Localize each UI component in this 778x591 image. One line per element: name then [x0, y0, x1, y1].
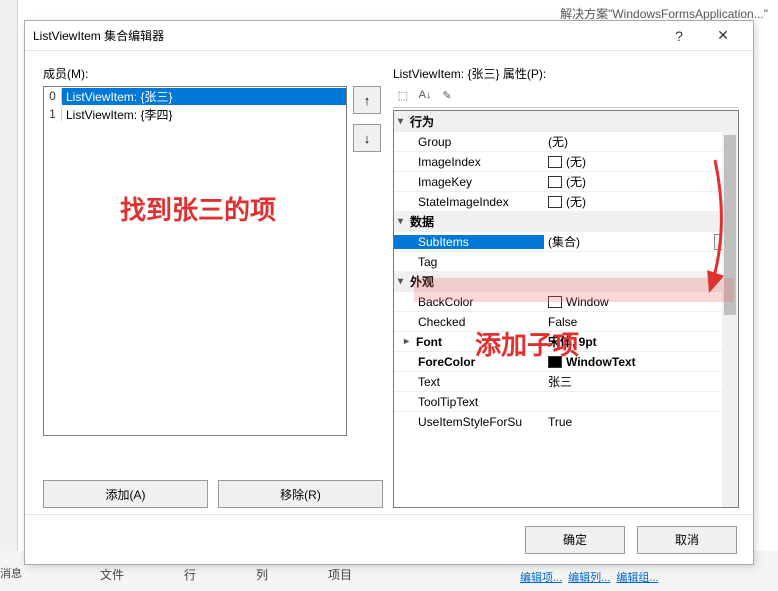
prop-text[interactable]: Text张三	[394, 371, 738, 391]
category-data[interactable]: ▾数据	[394, 211, 738, 231]
output-tab: 消息	[0, 565, 30, 583]
prop-subitems[interactable]: SubItems (集合)...	[394, 231, 738, 251]
prop-group[interactable]: Group(无)	[394, 131, 738, 151]
scrollbar[interactable]	[722, 111, 738, 507]
member-item-1[interactable]: 1 ListViewItem: {李四}	[44, 105, 346, 123]
prop-checked[interactable]: CheckedFalse	[394, 311, 738, 331]
categorized-icon[interactable]: ⬚	[393, 86, 413, 104]
move-up-button[interactable]: ↑	[353, 86, 381, 114]
move-down-button[interactable]: ↓	[353, 124, 381, 152]
close-button[interactable]: ✕	[701, 22, 745, 50]
ok-button[interactable]: 确定	[525, 526, 625, 554]
cancel-button[interactable]: 取消	[637, 526, 737, 554]
prop-forecolor[interactable]: ForeColorWindowText	[394, 351, 738, 371]
prop-backcolor[interactable]: BackColorWindow	[394, 291, 738, 311]
collection-editor-dialog: ListViewItem 集合编辑器 ? ✕ 成员(M): 0 ListView…	[24, 20, 754, 565]
titlebar: ListViewItem 集合编辑器 ? ✕	[25, 21, 753, 51]
category-appearance[interactable]: ▾外观	[394, 271, 738, 291]
prop-useitemstyle[interactable]: UseItemStyleForSuTrue	[394, 411, 738, 431]
member-item-0[interactable]: 0 ListViewItem: {张三}	[44, 87, 346, 105]
prop-tag[interactable]: Tag	[394, 251, 738, 271]
properties-label: ListViewItem: {张三} 属性(P):	[393, 65, 739, 82]
alphabetical-icon[interactable]: A↓	[415, 86, 435, 104]
property-pages-icon[interactable]: ✎	[437, 86, 457, 104]
help-button[interactable]: ?	[657, 22, 701, 50]
category-behavior[interactable]: ▾行为	[394, 111, 738, 131]
prop-stateimageindex[interactable]: StateImageIndex(无)	[394, 191, 738, 211]
members-listbox[interactable]: 0 ListViewItem: {张三} 1 ListViewItem: {李四…	[43, 86, 347, 436]
add-button[interactable]: 添加(A)	[43, 480, 208, 508]
members-label: 成员(M):	[43, 65, 383, 82]
property-grid[interactable]: ▾行为 Group(无) ImageIndex(无) ImageKey(无) S…	[393, 110, 739, 508]
smart-tag-links: 编辑项... 编辑列... 编辑组...	[520, 569, 659, 585]
remove-button[interactable]: 移除(R)	[218, 480, 383, 508]
dialog-footer: 确定 取消	[25, 514, 753, 564]
prop-tooltiptext[interactable]: ToolTipText	[394, 391, 738, 411]
prop-imageindex[interactable]: ImageIndex(无)	[394, 151, 738, 171]
link-edit-columns[interactable]: 编辑列...	[568, 569, 610, 585]
prop-imagekey[interactable]: ImageKey(无)	[394, 171, 738, 191]
property-grid-toolbar: ⬚ A↓ ✎	[393, 86, 739, 108]
link-edit-items[interactable]: 编辑项...	[520, 569, 562, 585]
prop-font[interactable]: ▸Font宋体, 9pt	[394, 331, 738, 351]
columns-bg: 文件 行 列 项目	[100, 566, 352, 583]
link-edit-groups[interactable]: 编辑组...	[616, 569, 658, 585]
dialog-title: ListViewItem 集合编辑器	[33, 27, 657, 44]
